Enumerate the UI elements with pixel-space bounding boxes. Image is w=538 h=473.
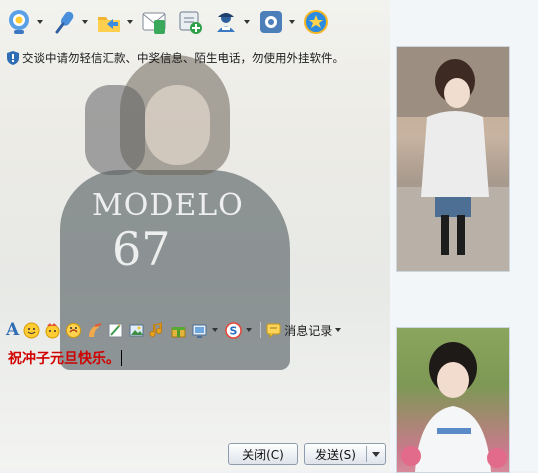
send-button[interactable]: 发送(S) <box>304 443 386 465</box>
contact-info-button[interactable] <box>211 2 250 42</box>
text-caret <box>121 350 122 366</box>
music-icon[interactable] <box>148 321 166 339</box>
message-history-label: 消息记录 <box>284 323 333 338</box>
message-input-text: 祝冲子元旦快乐。 <box>8 351 120 367</box>
background-shirt-number: 67 <box>112 222 171 276</box>
mail-phone-icon <box>139 7 169 37</box>
emoticon-icon[interactable] <box>22 321 40 339</box>
magic-emoticon-icon[interactable] <box>64 321 82 339</box>
user-card-icon <box>211 7 241 37</box>
svg-text:S: S <box>229 324 237 337</box>
security-notice: 交谈中请勿轻信汇款、中奖信息、陌生电话，勿使用外挂软件。 <box>7 50 344 66</box>
font-button[interactable]: A <box>6 320 19 340</box>
contact-show-panel <box>390 0 538 473</box>
gift-icon[interactable] <box>169 321 187 339</box>
folder-transfer-icon <box>94 7 124 37</box>
contact-show-photo[interactable] <box>396 46 510 272</box>
message-input[interactable]: 祝冲子元旦快乐。 <box>6 344 386 436</box>
send-button-divider <box>366 446 367 462</box>
send-options-dropdown[interactable] <box>372 452 380 457</box>
microphone-icon <box>49 7 79 37</box>
close-button-label: 关闭(C) <box>242 447 284 462</box>
vip-emoticon-icon[interactable] <box>43 321 61 339</box>
chevron-down-icon[interactable] <box>289 20 295 24</box>
chevron-down-icon[interactable] <box>244 20 250 24</box>
message-history-button[interactable]: 消息记录 <box>266 322 344 339</box>
webcam-icon <box>4 7 34 37</box>
chevron-down-icon[interactable] <box>212 328 219 332</box>
security-notice-text: 交谈中请勿轻信汇款、中奖信息、陌生电话，勿使用外挂软件。 <box>22 51 344 65</box>
voice-call-button[interactable] <box>49 2 88 42</box>
history-icon <box>266 323 281 338</box>
background-shirt-text: MODELO <box>92 188 244 223</box>
chat-toolbar <box>0 0 394 44</box>
shake-window-icon[interactable] <box>85 321 103 339</box>
create-discussion-button[interactable] <box>175 2 205 42</box>
chevron-down-icon[interactable] <box>127 20 133 24</box>
star-circle-icon <box>301 7 331 37</box>
video-call-button[interactable] <box>4 2 43 42</box>
app-box-icon <box>256 7 286 37</box>
send-sms-button[interactable] <box>139 2 169 42</box>
add-group-icon <box>175 7 205 37</box>
doodle-icon[interactable] <box>106 321 124 339</box>
contact-show-image <box>397 47 509 271</box>
shield-icon <box>7 51 19 65</box>
background-figure-mitten <box>85 85 145 175</box>
contact-avatar-photo[interactable] <box>396 327 510 473</box>
chevron-down-icon[interactable] <box>82 20 88 24</box>
qzone-button[interactable] <box>301 2 331 42</box>
send-file-button[interactable] <box>94 2 133 42</box>
screenshot-icon[interactable] <box>190 321 208 339</box>
toolbar-divider <box>260 322 262 338</box>
background-figure-face <box>145 85 210 165</box>
chevron-down-icon[interactable] <box>335 328 342 332</box>
chevron-down-icon[interactable] <box>37 20 43 24</box>
picture-icon[interactable] <box>127 321 145 339</box>
apps-button[interactable] <box>256 2 295 42</box>
contact-avatar-image <box>401 342 507 472</box>
send-button-label: 发送(S) <box>315 447 356 462</box>
chevron-down-icon[interactable] <box>246 328 253 332</box>
soso-icon[interactable]: S <box>224 321 242 339</box>
input-toolbar: A S 消息记录 <box>0 318 396 342</box>
close-button[interactable]: 关闭(C) <box>228 443 298 465</box>
